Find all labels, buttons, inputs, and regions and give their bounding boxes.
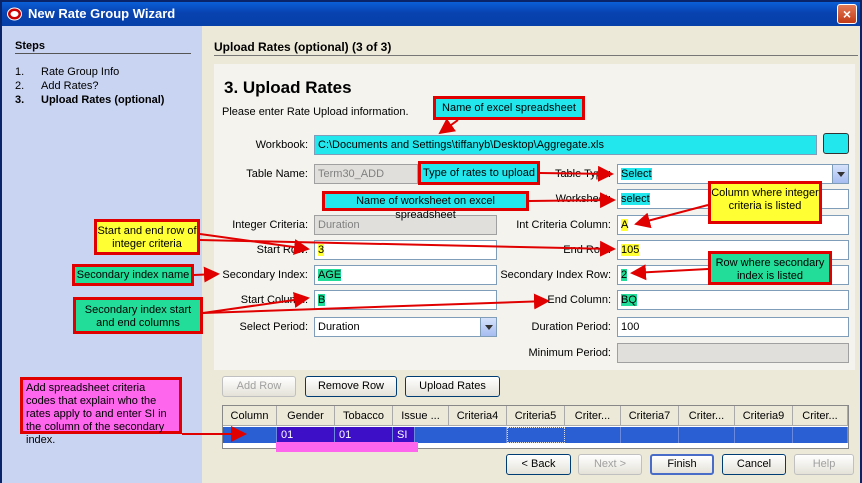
column-header[interactable]: Issue ... bbox=[393, 406, 449, 426]
title-bar[interactable]: New Rate Group Wizard × bbox=[2, 2, 860, 26]
app-icon bbox=[7, 7, 22, 21]
column-header[interactable]: Column bbox=[223, 406, 277, 426]
table-cell[interactable] bbox=[735, 427, 793, 443]
int-criteria-column-label: Int Criteria Column: bbox=[516, 219, 611, 231]
table-type-value: Select bbox=[621, 168, 652, 180]
table-cell[interactable] bbox=[223, 427, 277, 443]
finish-button[interactable]: Finish bbox=[650, 454, 714, 475]
upload-rates-button[interactable]: Upload Rates bbox=[405, 376, 500, 397]
annotation-secondary-row: Row where secondary index is listed bbox=[708, 251, 832, 285]
start-column-field[interactable]: B bbox=[314, 290, 497, 310]
remove-row-button[interactable]: Remove Row bbox=[305, 376, 397, 397]
page-title: 3. Upload Rates bbox=[224, 78, 352, 97]
secondary-index-label: Secondary Index: bbox=[222, 269, 308, 281]
chevron-down-icon[interactable] bbox=[832, 165, 848, 183]
annotation-secondary-name: Secondary index name bbox=[72, 264, 194, 286]
next-button[interactable]: Next > bbox=[578, 454, 642, 475]
select-period-value: Duration bbox=[318, 321, 360, 333]
annotation-start-end-row: Start and end row of integer criteria bbox=[94, 219, 200, 255]
table-row[interactable]: 01 01 SI bbox=[223, 427, 848, 443]
table-cell[interactable] bbox=[507, 427, 565, 443]
table-name-label: Table Name: bbox=[246, 168, 308, 180]
secondary-index-row-label: Secondary Index Row: bbox=[500, 269, 611, 281]
column-header[interactable]: Criter... bbox=[679, 406, 735, 426]
header-divider bbox=[214, 55, 858, 56]
table-type-label: Table Type: bbox=[554, 168, 611, 180]
table-header-row: Column Gender Tobacco Issue ... Criteria… bbox=[223, 406, 848, 426]
steps-divider bbox=[15, 53, 191, 54]
table-cell[interactable] bbox=[449, 427, 507, 443]
annotation-criteria-codes: Add spreadsheet criteria codes that expl… bbox=[20, 377, 182, 446]
start-column-value: B bbox=[318, 294, 326, 306]
duration-period-field[interactable]: 100 bbox=[617, 317, 849, 337]
minimum-period-label: Minimum Period: bbox=[528, 347, 611, 359]
column-header[interactable]: Criteria9 bbox=[735, 406, 793, 426]
annotation-worksheet: Name of worksheet on excel spreadsheet bbox=[322, 191, 529, 221]
column-header[interactable]: Criteria4 bbox=[449, 406, 507, 426]
workbook-label: Workbook: bbox=[255, 139, 308, 151]
table-cell[interactable] bbox=[679, 427, 735, 443]
page-header: Upload Rates (optional) (3 of 3) bbox=[214, 40, 392, 54]
minimum-period-field[interactable] bbox=[617, 343, 849, 363]
step-number: 1. bbox=[15, 66, 25, 78]
step-label: Rate Group Info bbox=[41, 66, 120, 78]
annotation-type-rates: Type of rates to upload bbox=[418, 161, 540, 185]
worksheet-label: Worksheet: bbox=[555, 193, 611, 205]
start-row-label: Start Row: bbox=[256, 244, 308, 256]
end-column-value: BQ bbox=[621, 294, 637, 306]
cancel-button[interactable]: Cancel bbox=[722, 454, 786, 475]
start-row-value: 3 bbox=[318, 244, 325, 256]
select-period-label: Select Period: bbox=[239, 321, 308, 333]
table-cell[interactable]: 01 bbox=[335, 427, 393, 443]
end-column-label: End Column: bbox=[547, 294, 611, 306]
secondary-index-value: AGE bbox=[318, 269, 342, 281]
page-subtitle: Please enter Rate Upload information. bbox=[222, 106, 409, 118]
column-header[interactable]: Gender bbox=[277, 406, 335, 426]
add-row-button[interactable]: Add Row bbox=[222, 376, 296, 397]
annotation-excel-name: Name of excel spreadsheet bbox=[433, 96, 585, 120]
start-column-label: Start Column: bbox=[240, 294, 308, 306]
table-cell[interactable]: SI bbox=[393, 427, 415, 443]
table-cell[interactable] bbox=[621, 427, 679, 443]
highlight-strip bbox=[276, 442, 418, 452]
step-upload-rates: 3. Upload Rates (optional) bbox=[15, 94, 164, 106]
table-cell[interactable] bbox=[793, 427, 848, 443]
step-rate-group-info: 1. Rate Group Info bbox=[15, 66, 119, 78]
column-header[interactable]: Tobacco bbox=[335, 406, 393, 426]
worksheet-value: select bbox=[621, 193, 650, 205]
column-header[interactable]: Criter... bbox=[565, 406, 621, 426]
secondary-index-row-value: 2 bbox=[621, 269, 628, 281]
end-row-value: 105 bbox=[621, 244, 640, 256]
end-column-field[interactable]: BQ bbox=[617, 290, 849, 310]
close-button[interactable]: × bbox=[837, 4, 857, 24]
step-label: Upload Rates (optional) bbox=[41, 94, 165, 106]
annotation-int-column: Column where integer criteria is listed bbox=[708, 181, 822, 224]
secondary-index-field[interactable]: AGE bbox=[314, 265, 497, 285]
step-number: 2. bbox=[15, 80, 25, 92]
steps-heading: Steps bbox=[15, 40, 45, 52]
column-header[interactable]: Criteria5 bbox=[507, 406, 565, 426]
end-row-label: End Row: bbox=[563, 244, 611, 256]
column-header[interactable]: Criter... bbox=[793, 406, 848, 426]
step-add-rates: 2. Add Rates? bbox=[15, 80, 98, 92]
int-criteria-column-value: A bbox=[621, 219, 629, 231]
close-icon: × bbox=[842, 6, 852, 22]
annotation-secondary-cols: Secondary index start and end columns bbox=[73, 297, 203, 334]
duration-period-label: Duration Period: bbox=[531, 321, 612, 333]
table-cell[interactable] bbox=[565, 427, 621, 443]
chevron-down-icon[interactable] bbox=[480, 318, 496, 336]
start-row-field[interactable]: 3 bbox=[314, 240, 497, 260]
column-header[interactable]: Criteria7 bbox=[621, 406, 679, 426]
browse-button[interactable] bbox=[823, 133, 849, 154]
back-button[interactable]: < Back bbox=[506, 454, 571, 475]
table-name-field[interactable]: Term30_ADD bbox=[314, 164, 418, 184]
help-button[interactable]: Help bbox=[794, 454, 854, 475]
step-label: Add Rates? bbox=[41, 80, 99, 92]
select-period-select[interactable]: Duration bbox=[314, 317, 497, 337]
window-title: New Rate Group Wizard bbox=[28, 6, 176, 21]
integer-criteria-label: Integer Criteria: bbox=[232, 219, 308, 231]
step-number: 3. bbox=[15, 94, 25, 106]
workbook-field[interactable]: C:\Documents and Settings\tiffanyb\Deskt… bbox=[314, 135, 817, 155]
table-cell[interactable]: 01 bbox=[277, 427, 335, 443]
